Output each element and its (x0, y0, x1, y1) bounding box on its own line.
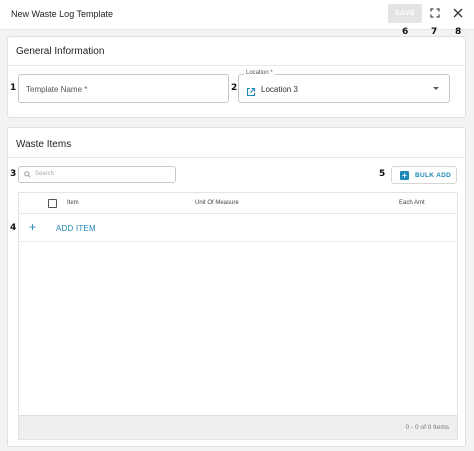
search-icon (24, 171, 31, 178)
column-header-each-amt: Each Amt (399, 200, 425, 206)
add-item-button[interactable]: ADD ITEM (56, 224, 96, 233)
select-all-checkbox[interactable] (48, 199, 57, 208)
search-placeholder: Search (35, 171, 55, 177)
dialog-title: New Waste Log Template (11, 9, 114, 19)
chevron-down-icon[interactable] (433, 87, 439, 90)
location-value: Location 3 (261, 85, 298, 94)
callout-2: 2 (231, 83, 238, 93)
template-name-field[interactable]: Template Name * (18, 74, 229, 103)
save-button[interactable]: SAVE (388, 4, 422, 23)
bulk-add-label: BULK ADD (415, 172, 452, 179)
table-footer: 0 - 0 of 0 Items (19, 415, 457, 439)
divider (8, 157, 465, 158)
bulk-add-button[interactable]: + BULK ADD (391, 166, 457, 184)
callout-3: 3 (10, 169, 17, 179)
location-select[interactable]: Location * Location 3 (238, 70, 450, 103)
callout-4: 4 (10, 223, 17, 233)
table-header: Item Unit Of Measure Each Amt (19, 193, 457, 214)
section-title: Waste Items (16, 139, 72, 150)
fullscreen-icon[interactable] (427, 5, 443, 21)
dialog-header: New Waste Log Template SAVE (0, 0, 474, 30)
plus-icon: + (400, 171, 409, 180)
open-external-icon[interactable] (246, 84, 256, 102)
plus-icon[interactable]: + (29, 220, 36, 234)
close-icon[interactable] (450, 5, 466, 21)
callout-5: 5 (379, 169, 386, 179)
add-item-row[interactable]: + ADD ITEM (19, 214, 457, 242)
column-header-unit-of-measure: Unit Of Measure (195, 200, 239, 206)
callout-1: 1 (10, 83, 17, 93)
location-label: Location * (244, 70, 275, 76)
section-title: General Information (16, 46, 105, 57)
general-information-card: General Information Template Name * Loca… (7, 36, 466, 118)
search-input[interactable]: Search (18, 166, 176, 183)
column-header-item: Item (67, 200, 79, 206)
waste-items-table: Item Unit Of Measure Each Amt + ADD ITEM… (18, 192, 458, 440)
pagination-text: 0 - 0 of 0 Items (405, 424, 449, 431)
template-name-placeholder: Template Name * (26, 85, 88, 94)
divider (8, 65, 465, 66)
